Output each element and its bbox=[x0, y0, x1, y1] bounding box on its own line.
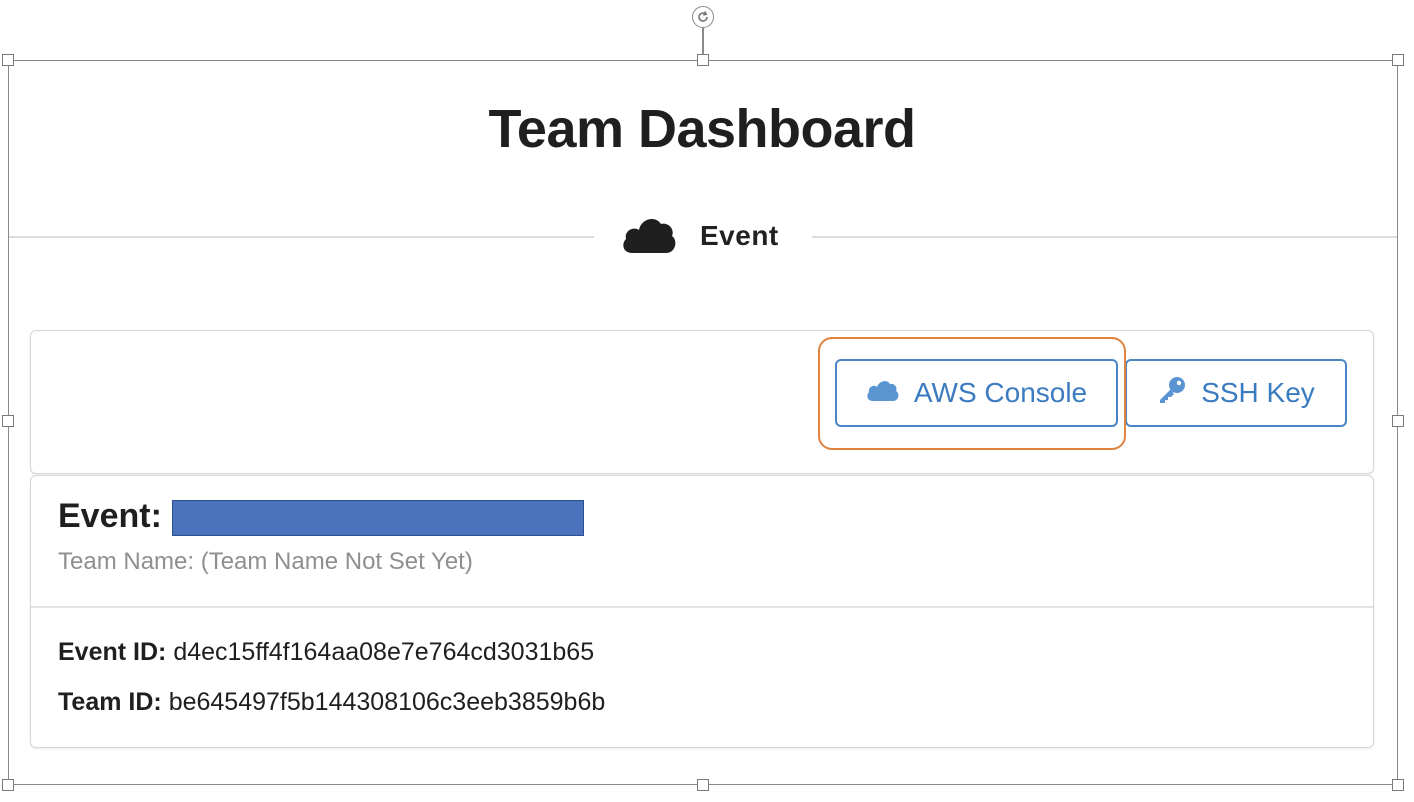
event-id-value: d4ec15ff4f164aa08e7e764cd3031b65 bbox=[173, 638, 595, 666]
resize-handle-right[interactable] bbox=[1392, 415, 1404, 427]
section-divider-right bbox=[812, 236, 1397, 238]
team-id-value: be645497f5b144308106c3eeb3859b6b bbox=[168, 688, 606, 716]
event-id-row: Event ID: d4ec15ff4f164aa08e7e764cd3031b… bbox=[58, 638, 594, 667]
page-title: Team Dashboard bbox=[488, 99, 916, 159]
resize-handle-top-right[interactable] bbox=[1392, 54, 1404, 66]
event-info-card: Event: Team Name: (Team Name Not Set Yet… bbox=[30, 475, 1374, 748]
team-id-row: Team ID: be645497f5b144308106c3eeb3859b6… bbox=[58, 688, 605, 717]
redacted-event-name bbox=[171, 500, 584, 536]
resize-handle-left[interactable] bbox=[2, 415, 14, 427]
key-icon bbox=[1157, 375, 1187, 412]
resize-handle-top-left[interactable] bbox=[2, 54, 14, 66]
rotate-handle-icon[interactable] bbox=[692, 6, 714, 28]
team-id-label: Team ID: bbox=[58, 688, 162, 716]
info-divider bbox=[31, 606, 1373, 608]
resize-handle-bottom[interactable] bbox=[697, 779, 709, 791]
event-label: Event: bbox=[58, 496, 162, 535]
resize-handle-bottom-left[interactable] bbox=[2, 779, 14, 791]
section-header: Event bbox=[620, 210, 779, 262]
cloud-icon bbox=[866, 377, 900, 409]
actions-card: AWS Console SSH Key bbox=[30, 330, 1374, 474]
section-label: Event bbox=[700, 220, 779, 251]
cloud-icon bbox=[620, 213, 678, 260]
team-name: Team Name: (Team Name Not Set Yet) bbox=[58, 548, 473, 575]
rotate-stem bbox=[702, 28, 704, 55]
screenshot-canvas: Team Dashboard Event AWS Console SSH Key… bbox=[0, 0, 1414, 802]
aws-console-button[interactable]: AWS Console bbox=[835, 359, 1118, 427]
ssh-key-label: SSH Key bbox=[1201, 377, 1315, 408]
resize-handle-bottom-right[interactable] bbox=[1392, 779, 1404, 791]
resize-handle-top[interactable] bbox=[697, 54, 709, 66]
event-id-label: Event ID: bbox=[58, 638, 167, 666]
section-divider-left bbox=[9, 236, 594, 238]
aws-console-label: AWS Console bbox=[913, 377, 1088, 408]
event-heading: Event: bbox=[58, 496, 584, 536]
ssh-key-button[interactable]: SSH Key bbox=[1125, 359, 1347, 427]
